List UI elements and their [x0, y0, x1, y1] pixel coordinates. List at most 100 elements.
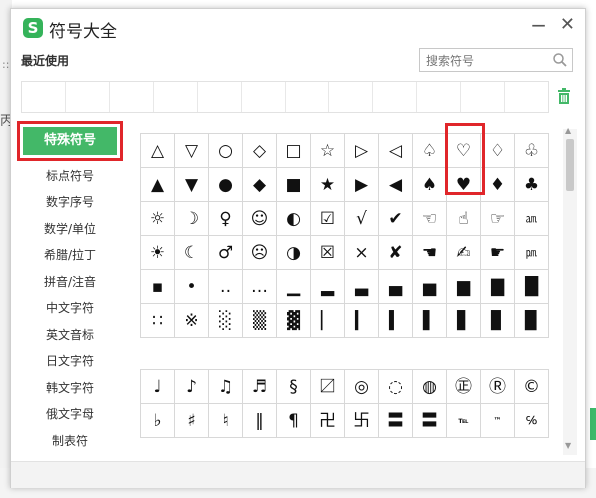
recent-slot[interactable]	[329, 82, 374, 112]
symbol-cell[interactable]: ▆	[447, 270, 481, 304]
symbol-cell[interactable]: ™	[481, 404, 515, 438]
scrollbar-thumb[interactable]	[566, 139, 574, 191]
symbol-cell[interactable]: ▶	[345, 168, 379, 202]
symbol-cell[interactable]: ▼	[175, 168, 209, 202]
symbol-cell[interactable]: ♯	[175, 404, 209, 438]
symbol-cell[interactable]: ©	[515, 370, 549, 404]
symbol-cell[interactable]: ▂	[311, 270, 345, 304]
symbol-cell[interactable]: ♧	[515, 134, 549, 168]
symbol-cell[interactable]: ☼	[141, 202, 175, 236]
symbol-cell[interactable]: ㊣	[447, 370, 481, 404]
scroll-down-icon[interactable]: ▼	[565, 441, 571, 450]
symbol-cell[interactable]: ♮	[209, 404, 243, 438]
symbol-cell[interactable]: ☑	[311, 202, 345, 236]
symbol-cell[interactable]: ♫	[209, 370, 243, 404]
symbol-cell[interactable]: ☒	[311, 236, 345, 270]
recent-slot[interactable]	[505, 82, 548, 112]
symbol-cell[interactable]: █	[515, 270, 549, 304]
symbol-cell[interactable]: ▽	[175, 134, 209, 168]
close-button[interactable]: ✕	[560, 14, 575, 35]
symbol-cell[interactable]: ◇	[243, 134, 277, 168]
symbol-cell[interactable]: ✍	[447, 236, 481, 270]
symbol-cell[interactable]: 〼	[311, 370, 345, 404]
symbol-cell[interactable]: ✔	[379, 202, 413, 236]
symbol-cell[interactable]: √	[345, 202, 379, 236]
symbol-cell[interactable]: ×	[345, 236, 379, 270]
symbol-cell[interactable]: ☜	[413, 202, 447, 236]
symbol-cell[interactable]: ♩	[141, 370, 175, 404]
recent-slot[interactable]	[154, 82, 198, 112]
symbol-cell[interactable]: ▄	[379, 270, 413, 304]
recent-slot[interactable]	[22, 82, 66, 112]
symbol-cell[interactable]: ◐	[277, 202, 311, 236]
recent-slot[interactable]	[66, 82, 110, 112]
symbol-cell[interactable]: ◁	[379, 134, 413, 168]
symbol-cell[interactable]: ░	[209, 304, 243, 338]
symbol-cell[interactable]: □	[277, 134, 311, 168]
symbol-cell[interactable]: ▓	[277, 304, 311, 338]
sidebar-item[interactable]: 数字序号	[11, 193, 129, 210]
minimize-button[interactable]: −	[530, 13, 547, 37]
symbol-cell[interactable]: ☆	[311, 134, 345, 168]
symbol-cell[interactable]: ※	[175, 304, 209, 338]
symbol-cell[interactable]: ♡	[447, 134, 481, 168]
symbol-cell[interactable]: ▋	[447, 304, 481, 338]
symbol-cell[interactable]: ℡	[447, 404, 481, 438]
symbol-cell[interactable]: ♀	[209, 202, 243, 236]
symbol-cell[interactable]: ‖	[243, 404, 277, 438]
search-box[interactable]	[419, 48, 573, 72]
sidebar-item[interactable]: 希腊/拉丁	[11, 246, 129, 263]
symbol-cell[interactable]: ▲	[141, 168, 175, 202]
scroll-up-icon[interactable]: ▲	[565, 126, 571, 135]
recent-slot[interactable]	[286, 82, 330, 112]
symbol-cell[interactable]: ♂	[209, 236, 243, 270]
symbol-cell[interactable]: ♣	[515, 168, 549, 202]
symbol-cell[interactable]: ♢	[481, 134, 515, 168]
symbol-cell[interactable]: ☾	[175, 236, 209, 270]
symbol-cell[interactable]: ▌	[413, 304, 447, 338]
symbol-cell[interactable]: ▍	[379, 304, 413, 338]
symbol-cell[interactable]: ▉	[515, 304, 549, 338]
symbol-cell[interactable]: ■	[277, 168, 311, 202]
symbol-cell[interactable]: ▏	[311, 304, 345, 338]
category-special-symbols[interactable]: 特殊符号	[17, 121, 123, 161]
sidebar-item[interactable]: 数学/单位	[11, 220, 129, 237]
symbol-cell[interactable]: ☛	[481, 236, 515, 270]
recent-slot[interactable]	[461, 82, 506, 112]
symbol-cell[interactable]: ▃	[345, 270, 379, 304]
sidebar-item[interactable]: 英文音标	[11, 326, 129, 343]
symbol-cell[interactable]: ▎	[345, 304, 379, 338]
symbol-cell[interactable]: ♠	[413, 168, 447, 202]
sidebar-item[interactable]: 韩文字符	[11, 379, 129, 396]
symbol-cell[interactable]: ☝	[447, 202, 481, 236]
symbol-cell[interactable]: ∷	[141, 304, 175, 338]
symbol-cell[interactable]: ♪	[175, 370, 209, 404]
symbol-cell[interactable]: ¶	[277, 404, 311, 438]
symbol-cell[interactable]: ♬	[243, 370, 277, 404]
symbol-cell[interactable]: …	[243, 270, 277, 304]
sidebar-item[interactable]: 制表符	[11, 432, 129, 449]
symbol-cell[interactable]: ◌	[379, 370, 413, 404]
symbol-cell[interactable]: ◍	[413, 370, 447, 404]
symbol-cell[interactable]: △	[141, 134, 175, 168]
symbol-cell[interactable]: ♥	[447, 168, 481, 202]
search-icon[interactable]	[552, 52, 568, 68]
symbol-cell[interactable]: ♦	[481, 168, 515, 202]
symbol-cell[interactable]: ☺	[243, 202, 277, 236]
symbol-cell[interactable]: •	[175, 270, 209, 304]
recent-slot[interactable]	[417, 82, 462, 112]
symbol-cell[interactable]: ‥	[209, 270, 243, 304]
symbol-cell[interactable]: Ⓡ	[481, 370, 515, 404]
recent-slot[interactable]	[373, 82, 418, 112]
symbol-cell[interactable]: ▪	[141, 270, 175, 304]
sidebar-item[interactable]: 标点符号	[11, 167, 129, 184]
symbol-cell[interactable]: ▊	[481, 304, 515, 338]
recent-slot[interactable]	[110, 82, 154, 112]
trash-icon[interactable]	[557, 88, 571, 104]
symbol-cell[interactable]: ㏂	[515, 202, 549, 236]
sidebar-item[interactable]: 拼音/注音	[11, 273, 129, 290]
sidebar-item[interactable]: 日文字符	[11, 352, 129, 369]
symbol-cell[interactable]: ●	[209, 168, 243, 202]
symbol-cell[interactable]: ◀	[379, 168, 413, 202]
sidebar-item[interactable]: 中文字符	[11, 299, 129, 316]
